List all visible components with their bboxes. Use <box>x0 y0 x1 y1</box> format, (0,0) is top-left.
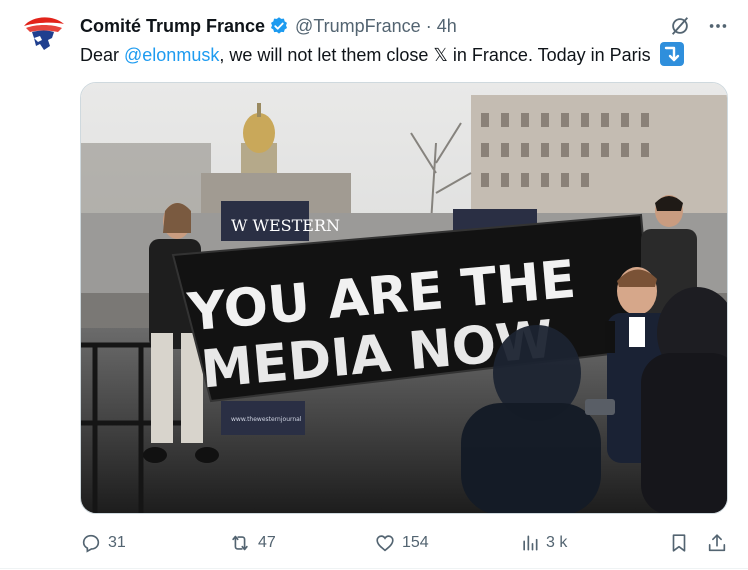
views-count: 3 k <box>546 534 568 551</box>
tweet-text-start: Dear <box>80 45 125 65</box>
bookmark-button[interactable] <box>668 532 690 554</box>
verified-badge-icon <box>269 16 289 36</box>
more-icon[interactable] <box>706 14 730 38</box>
author-name[interactable]: Comité Trump France <box>80 16 265 37</box>
tweet-time[interactable]: 4h <box>437 16 457 37</box>
reply-button[interactable]: 31 <box>80 532 126 554</box>
like-count: 154 <box>402 534 429 551</box>
retweet-count: 47 <box>258 534 276 551</box>
tweet-action-bar: 31 47 154 3 k <box>80 528 730 558</box>
top-actions <box>668 14 730 38</box>
views-icon <box>523 535 538 551</box>
separator-dot: · <box>425 15 432 36</box>
tweet-media-photo[interactable]: W WESTERN YOU ARE THE MEDIA NOW www.thew… <box>80 82 728 514</box>
author-handle[interactable]: @TrumpFrance <box>295 16 421 37</box>
views-button[interactable]: 3 k <box>520 532 567 554</box>
right-arrow-curving-down-emoji <box>659 42 684 66</box>
divider <box>0 568 748 569</box>
tweet-text: Dear @elonmusk, we will not let them clo… <box>80 42 684 68</box>
like-button[interactable]: 154 <box>374 532 429 554</box>
share-icon <box>708 534 726 552</box>
reply-count: 31 <box>108 534 126 551</box>
grok-slash-icon[interactable] <box>668 14 692 38</box>
sign-small-text: www.thewesternjournal <box>231 416 302 423</box>
mention-link[interactable]: @elonmusk <box>124 45 219 65</box>
trump-france-logo <box>18 10 68 60</box>
retweet-icon <box>232 535 248 551</box>
bookmark-icon <box>672 534 686 552</box>
avatar[interactable] <box>18 10 68 60</box>
like-icon <box>376 535 394 552</box>
tweet-text-end: , we will not let them close 𝕏 in France… <box>219 45 651 65</box>
reply-icon <box>82 534 100 553</box>
retweet-button[interactable]: 47 <box>228 532 276 554</box>
sign-left-text: W WESTERN <box>231 216 340 235</box>
share-button[interactable] <box>706 532 728 554</box>
protest-photo: W WESTERN YOU ARE THE MEDIA NOW www.thew… <box>81 83 727 513</box>
tweet-header: Comité Trump France @TrumpFrance · 4h <box>80 14 457 38</box>
